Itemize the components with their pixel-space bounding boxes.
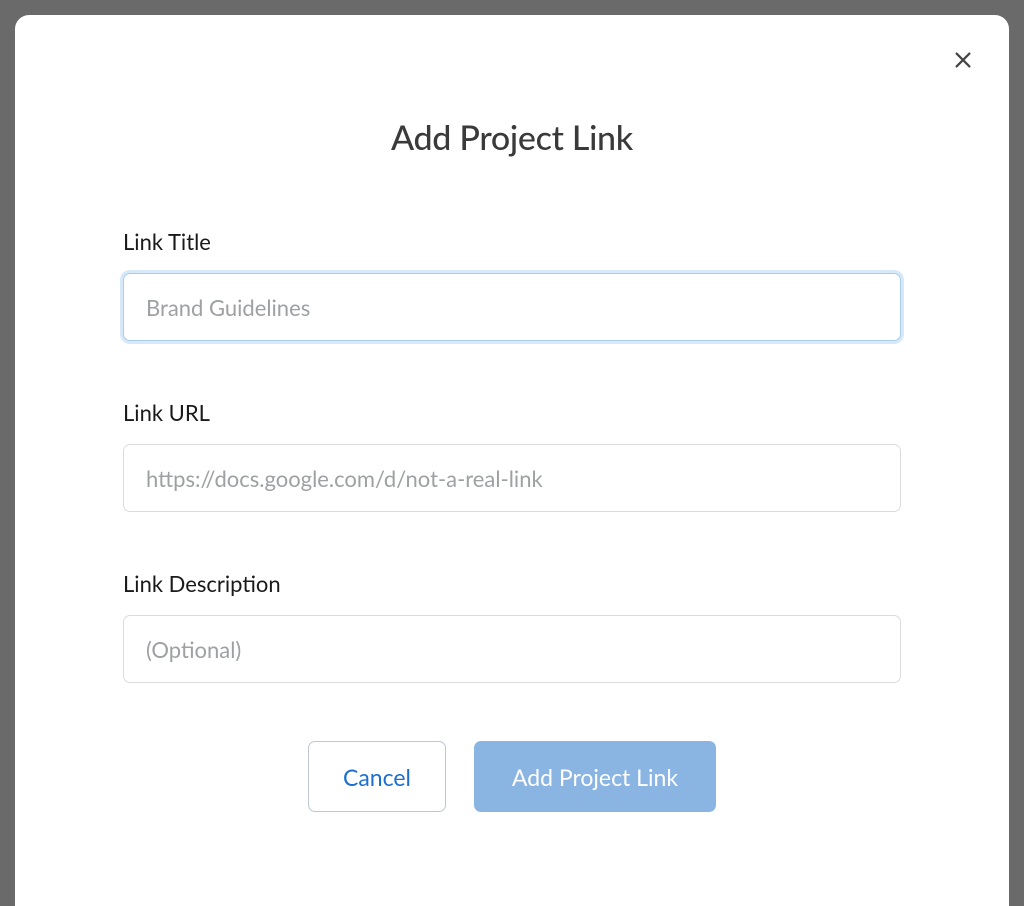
link-description-input[interactable] xyxy=(123,615,901,683)
close-button[interactable] xyxy=(949,47,977,75)
link-description-group: Link Description xyxy=(123,570,901,683)
cancel-button[interactable]: Cancel xyxy=(308,741,446,812)
modal-title: Add Project Link xyxy=(15,117,1009,158)
link-title-input[interactable] xyxy=(123,273,901,341)
link-url-label: Link URL xyxy=(123,399,901,426)
close-icon xyxy=(952,49,974,74)
modal-button-row: Cancel Add Project Link xyxy=(123,741,901,812)
add-project-link-button[interactable]: Add Project Link xyxy=(474,741,716,812)
link-url-input[interactable] xyxy=(123,444,901,512)
link-description-label: Link Description xyxy=(123,570,901,597)
link-url-group: Link URL xyxy=(123,399,901,512)
link-title-label: Link Title xyxy=(123,228,901,255)
link-title-group: Link Title xyxy=(123,228,901,341)
add-project-link-modal: Add Project Link Link Title Link URL Lin… xyxy=(15,15,1009,906)
modal-form: Link Title Link URL Link Description Can… xyxy=(15,228,1009,812)
